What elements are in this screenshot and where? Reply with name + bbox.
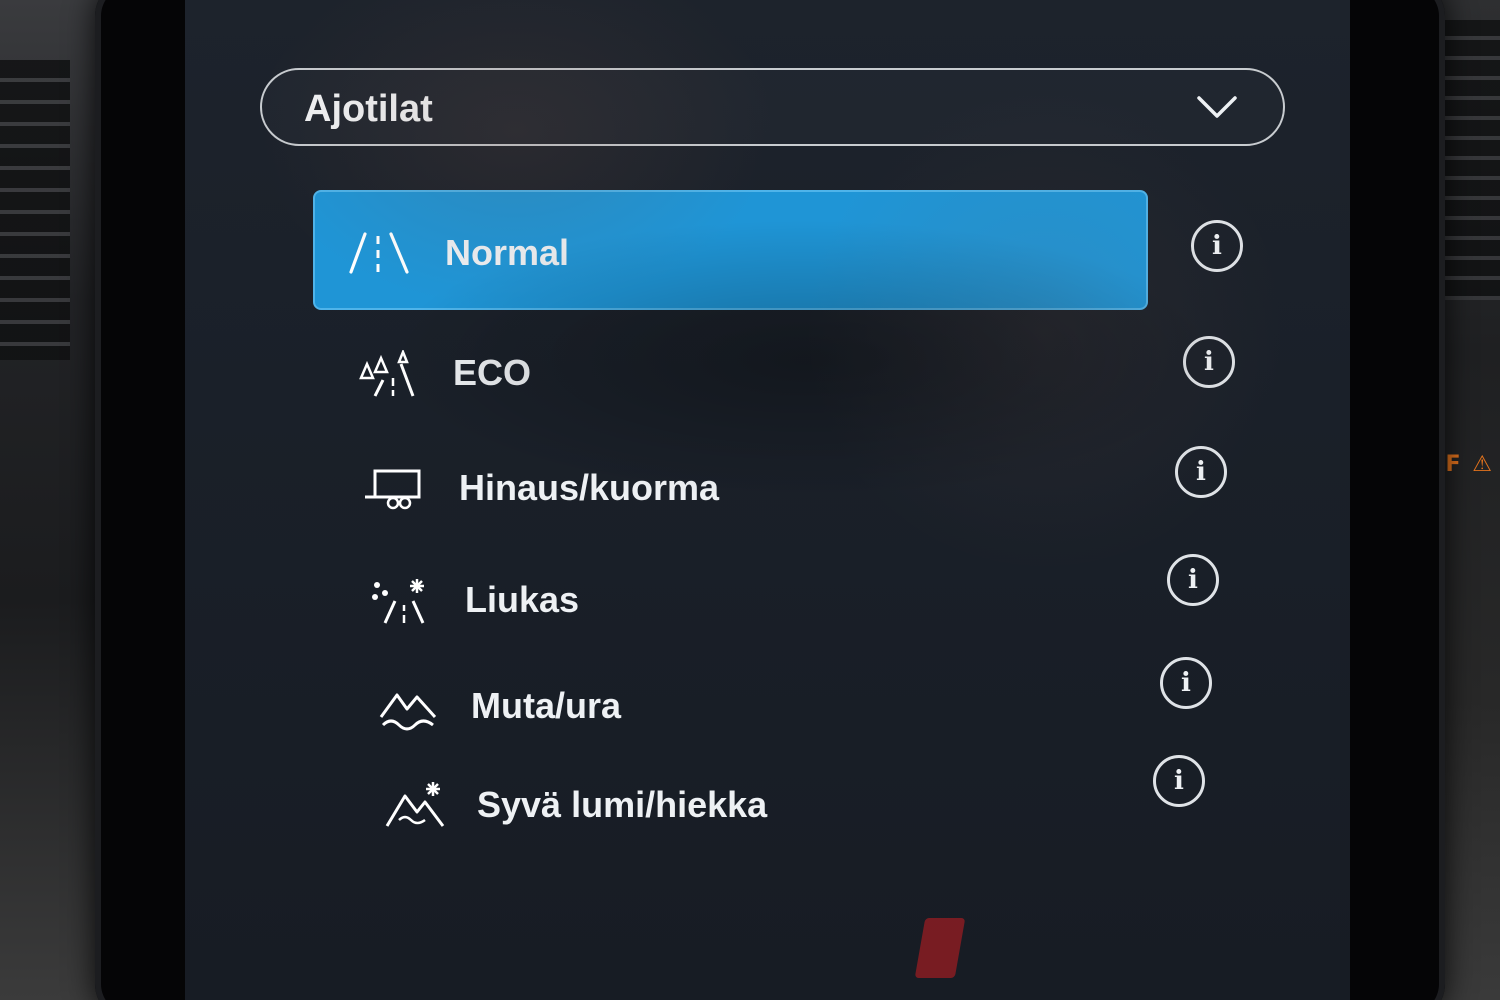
- air-vent-left: [0, 60, 70, 360]
- dropdown-title: Ajotilat: [304, 88, 433, 130]
- mode-deep-snow-sand[interactable]: Syvä lumi/hiekka: [313, 742, 1013, 862]
- screen-reflection-light: [914, 918, 966, 978]
- mode-label: Muta/ura: [471, 685, 622, 726]
- eco-road-icon: [359, 350, 415, 397]
- info-icon: i: [1188, 565, 1198, 595]
- mode-eco[interactable]: ECO: [313, 310, 1013, 430]
- mode-label: ECO: [453, 352, 532, 393]
- info-button-mud[interactable]: i: [1160, 657, 1212, 709]
- trailer-icon: [365, 469, 421, 510]
- mode-label: Normal: [445, 232, 570, 273]
- selected-highlight: [313, 190, 1148, 310]
- mode-label: Hinaus/kuorma: [459, 467, 720, 508]
- mode-slippery[interactable]: Liukas: [313, 537, 1013, 657]
- info-icon: i: [1204, 347, 1214, 377]
- info-icon: i: [1181, 668, 1191, 698]
- car-dashboard: FF ⚠ Ajotilat Normal i ECO i Hinaus/kuor…: [0, 0, 1500, 1000]
- info-icon: i: [1212, 231, 1222, 261]
- infotainment-screen: Ajotilat Normal i ECO i Hinaus/kuorma i …: [185, 0, 1350, 1000]
- info-button-normal[interactable]: i: [1191, 220, 1243, 272]
- mud-ruts-icon: [379, 693, 437, 731]
- air-vent-right: [1440, 20, 1500, 300]
- info-button-deep-snow[interactable]: i: [1153, 755, 1205, 807]
- chevron-down-icon: [1197, 96, 1237, 118]
- slippery-road-icon: [372, 579, 425, 624]
- mode-label: Liukas: [465, 579, 580, 620]
- road-icon: [349, 232, 409, 274]
- mode-label: Syvä lumi/hiekka: [477, 784, 768, 825]
- info-button-slippery[interactable]: i: [1167, 554, 1219, 606]
- info-icon: i: [1196, 457, 1206, 487]
- info-button-towing[interactable]: i: [1175, 446, 1227, 498]
- mode-towing-load[interactable]: Hinaus/kuorma: [313, 425, 1013, 545]
- info-icon: i: [1174, 766, 1184, 796]
- deep-snow-sand-icon: [385, 782, 445, 827]
- info-button-eco[interactable]: i: [1183, 336, 1235, 388]
- drive-modes-dropdown[interactable]: Ajotilat: [260, 68, 1285, 146]
- traction-warning-icon: ⚠: [1472, 452, 1494, 477]
